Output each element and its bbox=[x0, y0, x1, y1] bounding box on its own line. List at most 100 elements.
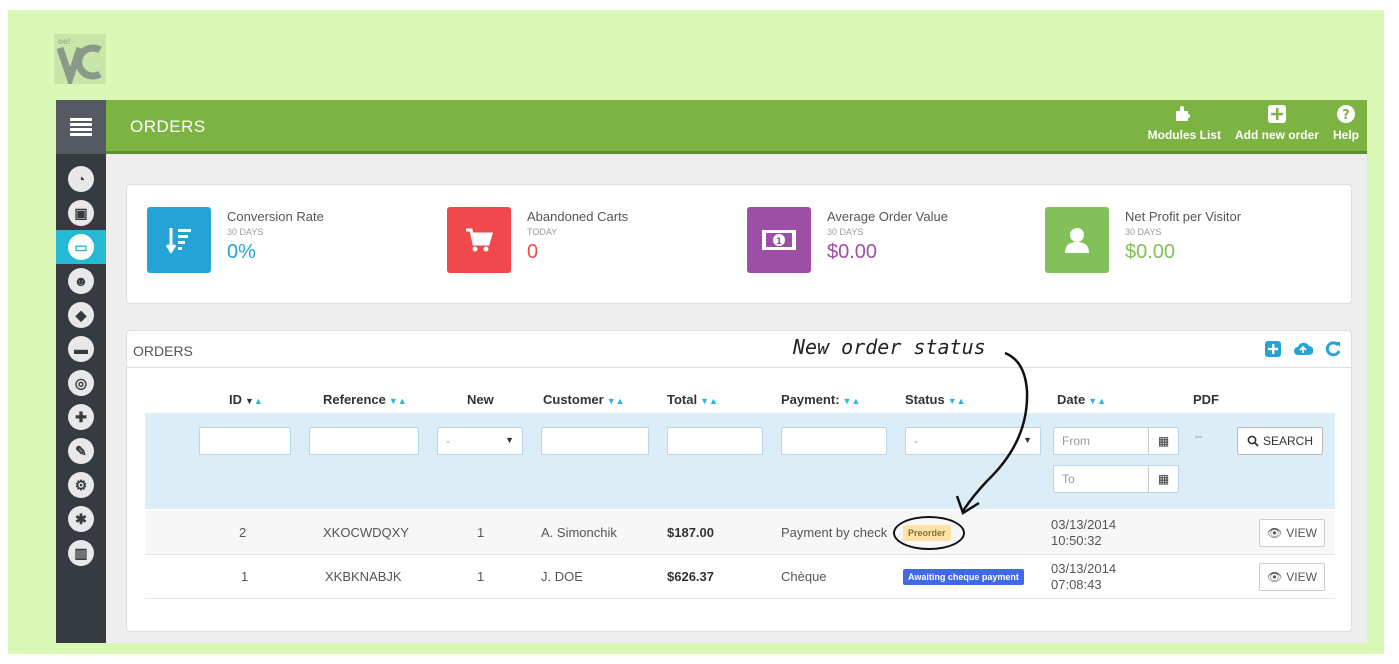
sidebar-item-localization-globe[interactable]: ◎ bbox=[56, 366, 106, 400]
sort-arrows-icon[interactable]: ▼▲ bbox=[389, 396, 407, 406]
sidebar-item-orders-card[interactable]: ▭ bbox=[56, 230, 106, 264]
price-rules-icon: ◆ bbox=[68, 302, 94, 328]
dashboard-icon: ◔ bbox=[68, 166, 94, 192]
sidebar-item-price-rules[interactable]: ◆ bbox=[56, 298, 106, 332]
orders-card-icon: ▭ bbox=[68, 234, 94, 260]
kpi-period: TODAY bbox=[527, 227, 558, 237]
calendar-icon[interactable]: ▦ bbox=[1148, 466, 1178, 492]
sort-arrows-icon[interactable]: ▼▲ bbox=[245, 396, 263, 406]
page-header: ORDERS Modules List Add new order ? Help bbox=[106, 100, 1367, 154]
filter-new-select[interactable]: - bbox=[437, 427, 523, 455]
eye-icon: 👁 bbox=[1267, 570, 1283, 584]
search-button[interactable]: SEARCH bbox=[1237, 427, 1323, 455]
advanced-parameters-gears-icon: ⚙ bbox=[68, 472, 94, 498]
column-header-status[interactable]: Status ▼▲ bbox=[905, 392, 966, 407]
date-value: 03/13/2014 bbox=[1051, 517, 1117, 532]
view-label: VIEW bbox=[1286, 526, 1317, 540]
customers-icon: ☻ bbox=[68, 268, 94, 294]
sidebar: ◔ ▣ ▭ ☻ ◆ ▬ ◎ ✚ ✎ ⚙ ✱ ▥ bbox=[56, 100, 106, 643]
sort-arrows-icon[interactable]: ▼▲ bbox=[607, 396, 625, 406]
cell-id: 1 bbox=[241, 569, 249, 584]
sort-arrows-icon[interactable]: ▼▲ bbox=[948, 396, 966, 406]
kpi-value: 0% bbox=[227, 241, 256, 263]
modules-list-button[interactable]: Modules List bbox=[1148, 104, 1221, 142]
puzzle-icon bbox=[1174, 104, 1194, 124]
filter-payment-input[interactable] bbox=[781, 427, 887, 455]
kpi-value: 0 bbox=[527, 241, 539, 263]
table-row[interactable]: 2 XKOCWDQXY 1 A. Simonchik $187.00 Payme… bbox=[145, 511, 1335, 555]
column-header-total[interactable]: Total ▼▲ bbox=[667, 392, 718, 407]
kpi-period: 30 DAYS bbox=[227, 227, 264, 237]
catalog-icon: ▣ bbox=[68, 200, 94, 226]
sidebar-item-catalog[interactable]: ▣ bbox=[56, 196, 106, 230]
time-value: 07:08:43 bbox=[1051, 577, 1102, 592]
filter-date-from-input[interactable]: From ▦ bbox=[1053, 427, 1179, 455]
sidebar-item-customers[interactable]: ☻ bbox=[56, 264, 106, 298]
cell-id: 2 bbox=[239, 525, 247, 540]
sidebar-item-administration-gear[interactable]: ✱ bbox=[56, 502, 106, 536]
svg-text:1: 1 bbox=[776, 237, 782, 247]
orders-panel: ORDERS New order status ID ▼▲ Reference ▼▲… bbox=[126, 330, 1352, 632]
plus-square-icon bbox=[1267, 104, 1287, 124]
cell-date: 03/13/2014 10:50:32 bbox=[1051, 517, 1116, 549]
orders-panel-title: ORDERS bbox=[133, 343, 193, 359]
cell-customer: J. DOE bbox=[541, 569, 583, 584]
kpi-label: Average Order Value bbox=[827, 209, 948, 224]
filter-customer-input[interactable] bbox=[541, 427, 649, 455]
modules-puzzle-icon: ✚ bbox=[68, 404, 94, 430]
sidebar-item-modules-puzzle[interactable]: ✚ bbox=[56, 400, 106, 434]
cell-total: $626.37 bbox=[667, 569, 714, 584]
view-order-button[interactable]: 👁 VIEW bbox=[1259, 519, 1325, 547]
view-label: VIEW bbox=[1286, 570, 1317, 584]
refresh-icon[interactable] bbox=[1323, 339, 1343, 359]
filter-date-to-input[interactable]: To ▦ bbox=[1053, 465, 1179, 493]
filter-status-select[interactable]: - bbox=[905, 427, 1041, 455]
filter-id-input[interactable] bbox=[199, 427, 291, 455]
sidebar-item-advanced-parameters-gears[interactable]: ⚙ bbox=[56, 468, 106, 502]
help-circle-icon: ? bbox=[1336, 104, 1356, 124]
stats-chart-icon: ▥ bbox=[68, 540, 94, 566]
sidebar-item-dashboard[interactable]: ◔ bbox=[56, 162, 106, 196]
filter-row: - - From ▦ To ▦ -- SEARCH bbox=[145, 413, 1335, 509]
sidebar-item-stats-chart[interactable]: ▥ bbox=[56, 536, 106, 570]
page-title: ORDERS bbox=[130, 117, 206, 136]
admin-window: ◔ ▣ ▭ ☻ ◆ ▬ ◎ ✚ ✎ ⚙ ✱ ▥ ORDERS Modules List Add new… bbox=[56, 100, 1367, 643]
status-badge: Awaiting cheque payment bbox=[903, 569, 1024, 585]
help-button[interactable]: ? Help bbox=[1333, 104, 1359, 142]
cell-customer: A. Simonchik bbox=[541, 525, 617, 540]
cell-new: 1 bbox=[477, 525, 485, 540]
svg-text:oel: oel bbox=[58, 37, 70, 46]
sort-arrows-icon[interactable]: ▼▲ bbox=[1088, 396, 1106, 406]
svg-text:?: ? bbox=[1342, 108, 1350, 123]
kpi-period: 30 DAYS bbox=[1125, 227, 1162, 237]
cell-payment: Payment by check bbox=[781, 525, 888, 540]
sidebar-item-preferences-wrench[interactable]: ✎ bbox=[56, 434, 106, 468]
kpi-value: $0.00 bbox=[827, 241, 878, 263]
filter-total-input[interactable] bbox=[667, 427, 763, 455]
column-header-payment[interactable]: Payment: ▼▲ bbox=[781, 392, 860, 407]
add-order-icon[interactable] bbox=[1263, 339, 1283, 359]
add-new-order-label: Add new order bbox=[1234, 128, 1319, 142]
sidebar-item-shipping-truck[interactable]: ▬ bbox=[56, 332, 106, 366]
cell-total: $187.00 bbox=[667, 525, 714, 540]
column-header-id[interactable]: ID ▼▲ bbox=[229, 392, 263, 407]
kpi-tile: 1 bbox=[747, 207, 811, 273]
view-order-button[interactable]: 👁 VIEW bbox=[1259, 563, 1325, 591]
sort-arrows-icon[interactable]: ▼▲ bbox=[700, 396, 718, 406]
table-row[interactable]: 1 XKBKNABJK 1 J. DOE $626.37 Chèque Awai… bbox=[145, 555, 1335, 599]
administration-gear-icon: ✱ bbox=[68, 506, 94, 532]
column-header-customer[interactable]: Customer ▼▲ bbox=[543, 392, 625, 407]
cloud-export-icon[interactable] bbox=[1293, 339, 1313, 359]
kpi-label: Abandoned Carts bbox=[527, 209, 629, 224]
kpi-tile bbox=[1045, 207, 1109, 273]
add-new-order-button[interactable]: Add new order bbox=[1235, 104, 1319, 142]
eye-icon: 👁 bbox=[1267, 526, 1283, 540]
sort-arrows-icon[interactable]: ▼▲ bbox=[843, 396, 861, 406]
cell-reference: XKOCWDQXY bbox=[323, 525, 409, 540]
calendar-icon[interactable]: ▦ bbox=[1148, 428, 1178, 454]
annotation-text: New order status bbox=[793, 335, 986, 359]
menu-toggle-button[interactable] bbox=[56, 100, 106, 154]
column-header-reference[interactable]: Reference ▼▲ bbox=[323, 392, 407, 407]
filter-reference-input[interactable] bbox=[309, 427, 419, 455]
column-header-date[interactable]: Date ▼▲ bbox=[1057, 392, 1106, 407]
